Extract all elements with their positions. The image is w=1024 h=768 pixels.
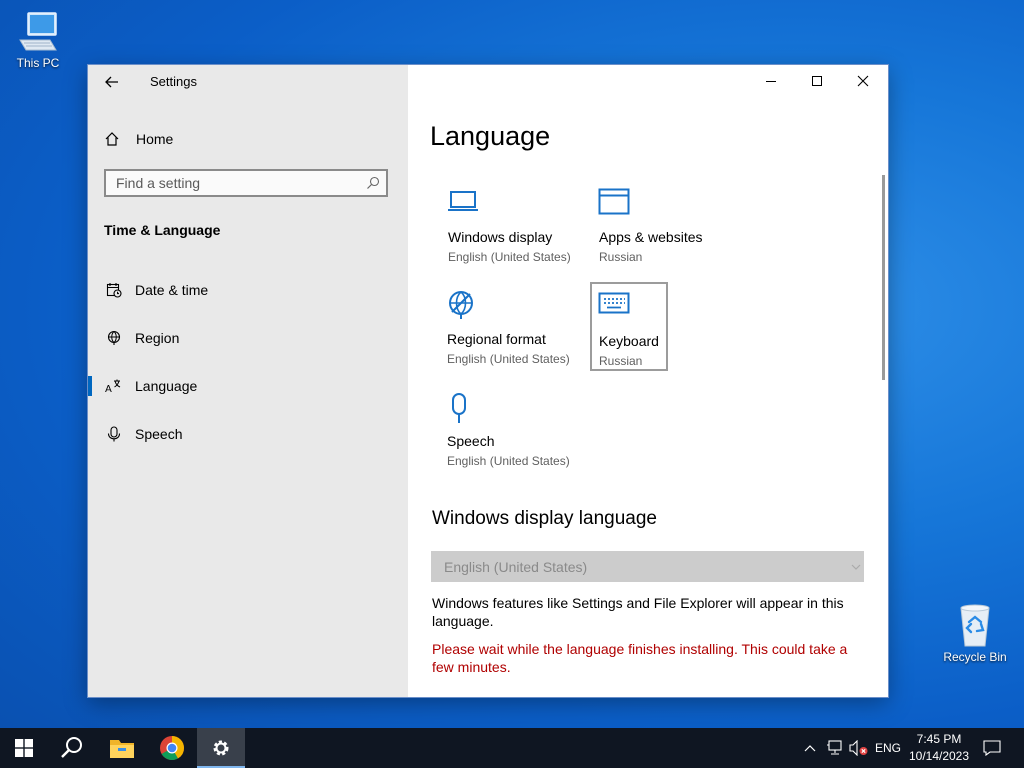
microphone-icon (104, 426, 124, 442)
start-button[interactable] (0, 728, 48, 768)
minimize-icon (766, 81, 776, 82)
input-language-indicator[interactable]: ENG (874, 728, 902, 768)
show-hidden-icons-button[interactable] (802, 728, 818, 768)
laptop-icon (447, 188, 479, 219)
maximize-button[interactable] (794, 65, 840, 97)
file-explorer-button[interactable] (98, 728, 146, 768)
tile-name: Speech (447, 433, 495, 449)
chevron-up-icon (804, 745, 816, 752)
chrome-button[interactable] (148, 728, 196, 768)
tile-name: Regional format (447, 331, 546, 347)
maximize-icon (812, 76, 822, 86)
globe-format-icon (446, 290, 476, 325)
search-icon (366, 176, 380, 195)
tile-keyboard[interactable]: Keyboard Russian (590, 282, 668, 371)
calendar-clock-icon (104, 282, 124, 298)
home-label: Home (136, 131, 174, 147)
home-icon (104, 131, 124, 147)
this-pc-label: This PC (16, 56, 60, 70)
volume-muted-icon (849, 740, 868, 756)
search-input[interactable] (106, 171, 366, 195)
tile-subtitle: Russian (599, 250, 643, 264)
taskbar: ENG 7:45 PM 10/14/2023 (0, 728, 1024, 768)
sidebar-item-label: Region (135, 330, 180, 346)
recycle-bin-desktop-icon[interactable]: Recycle Bin (937, 602, 1013, 664)
sidebar: Settings Home Time & Language Date & tim… (88, 65, 408, 697)
tile-subtitle: English (United States) (448, 250, 571, 264)
sidebar-item-label: Date & time (135, 282, 209, 298)
tile-regional-format[interactable]: Regional format English (United States) (430, 280, 570, 370)
tile-subtitle: English (United States) (447, 454, 570, 468)
windows-logo-icon (15, 739, 33, 757)
dropdown-value: English (United States) (444, 558, 588, 575)
scrollbar-thumb[interactable] (882, 175, 885, 380)
computer-icon (19, 12, 57, 51)
display-language-description: Windows features like Settings and File … (432, 595, 844, 629)
settings-taskbar-button[interactable] (197, 728, 245, 768)
recycle-bin-label: Recycle Bin (943, 650, 1007, 664)
app-window-icon (598, 188, 630, 221)
language-icon: A (104, 378, 124, 394)
volume-button[interactable] (848, 728, 870, 768)
tile-apps-websites[interactable]: Apps & websites Russian (582, 178, 712, 268)
settings-window: Settings Home Time & Language Date & tim… (88, 65, 888, 697)
recycle-bin-icon (960, 604, 990, 647)
tile-name: Apps & websites (599, 229, 703, 245)
this-pc-desktop-icon[interactable]: This PC (0, 10, 76, 70)
search-icon (61, 737, 82, 758)
sidebar-item-language[interactable]: A Language (88, 374, 394, 398)
action-center-button[interactable] (980, 728, 1004, 768)
tile-name: Keyboard (599, 333, 659, 349)
sidebar-item-speech[interactable]: Speech (104, 422, 394, 446)
installing-warning: Please wait while the language finishes … (432, 641, 848, 675)
clock-time: 7:45 PM (916, 732, 962, 746)
search-box[interactable] (104, 169, 388, 197)
chrome-icon (160, 736, 184, 761)
display-language-dropdown[interactable]: English (United States) (431, 551, 864, 582)
folder-icon (110, 740, 134, 758)
close-icon (857, 75, 869, 87)
tile-subtitle: English (United States) (447, 352, 570, 366)
microphone-icon (446, 392, 472, 429)
minimize-button[interactable] (748, 65, 794, 97)
sidebar-item-label: Language (135, 378, 198, 394)
sidebar-item-date-time[interactable]: Date & time (104, 278, 394, 302)
home-nav-item[interactable]: Home (104, 128, 173, 150)
tile-speech[interactable]: Speech English (United States) (430, 382, 570, 472)
tile-subtitle: Russian (599, 354, 643, 368)
sidebar-item-label: Speech (135, 426, 183, 442)
content-pane: Language Windows display English (United… (408, 65, 888, 697)
window-title: Settings (150, 74, 197, 89)
gear-icon (213, 740, 229, 756)
globe-icon (104, 330, 124, 346)
network-button[interactable] (825, 728, 845, 768)
close-button[interactable] (840, 65, 886, 97)
keyboard-icon (598, 292, 630, 319)
notification-icon (983, 740, 1001, 756)
back-button[interactable] (102, 73, 122, 91)
back-arrow-icon (105, 76, 118, 88)
section-title: Time & Language (104, 222, 221, 238)
taskbar-search-button[interactable] (48, 728, 96, 768)
svg-text:A: A (105, 384, 112, 394)
sidebar-item-region[interactable]: Region (104, 326, 394, 350)
tile-windows-display[interactable]: Windows display English (United States) (431, 178, 571, 268)
taskbar-clock[interactable]: 7:45 PM 10/14/2023 (905, 731, 973, 765)
chevron-down-icon (850, 560, 862, 576)
network-icon (827, 740, 842, 755)
page-title: Language (430, 121, 551, 151)
clock-date: 10/14/2023 (908, 749, 970, 763)
tile-name: Windows display (448, 229, 553, 245)
display-language-heading: Windows display language (432, 508, 657, 529)
